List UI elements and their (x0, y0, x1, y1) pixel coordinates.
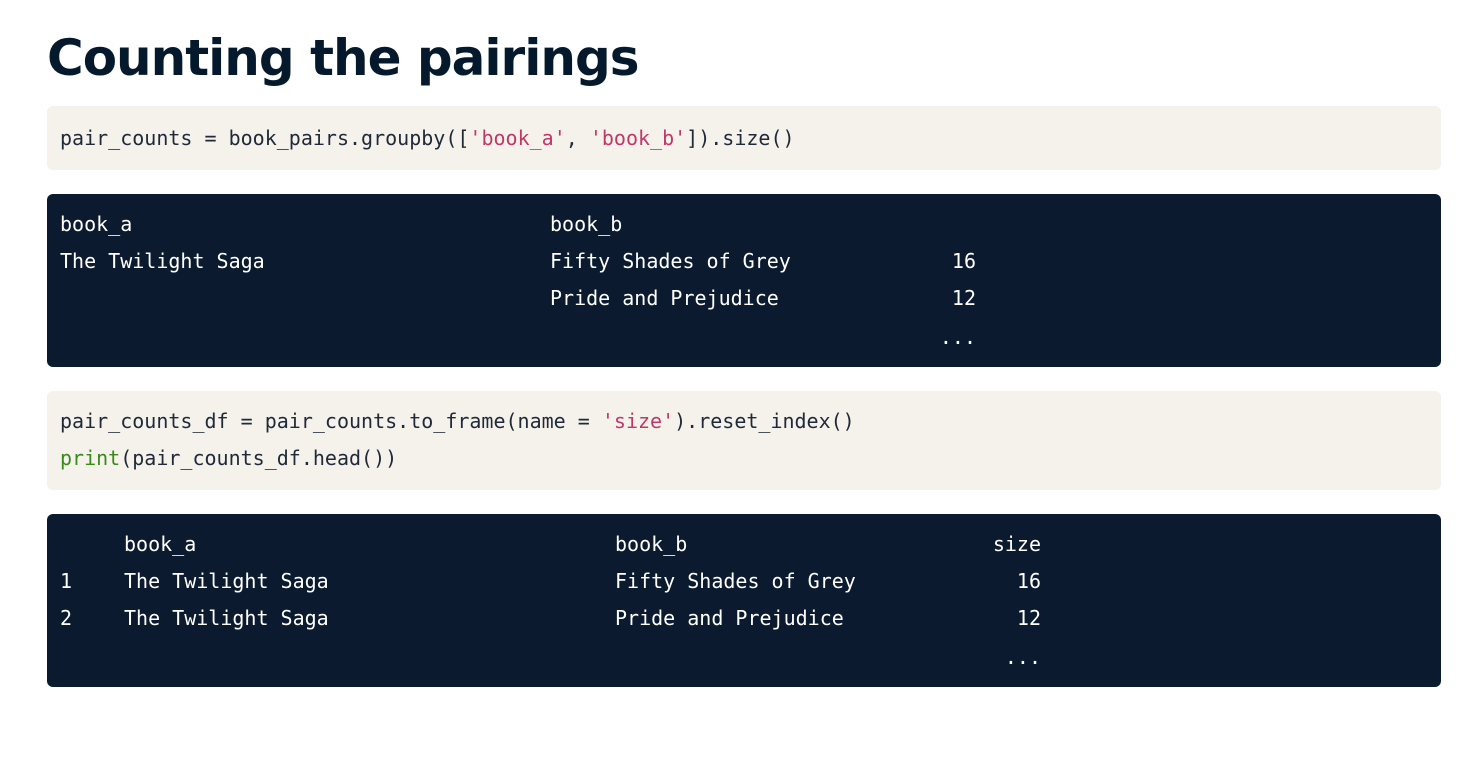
code-text: ).reset_index() (674, 409, 855, 433)
code-string: 'book_a' (469, 126, 566, 150)
code-line: pair_counts = book_pairs.groupby(['book_… (60, 125, 795, 151)
code-text: , (565, 126, 590, 150)
code-keyword: print (60, 446, 121, 470)
header-book-a: book_a (60, 212, 133, 236)
row-size: 16 (1016, 569, 1041, 593)
output-block-pair-counts: book_a book_b The Twilight Saga Fifty Sh… (47, 194, 1441, 367)
code-text: pair_counts_df = pair_counts.to_frame(na… (60, 409, 602, 433)
code-block-to-frame: pair_counts_df = pair_counts.to_frame(na… (47, 391, 1441, 490)
header-book-a: book_a (124, 532, 197, 556)
row-book-a: The Twilight Saga (124, 606, 329, 630)
header-book-b: book_b (550, 212, 623, 236)
row-index: 2 (60, 606, 73, 630)
output-block-dataframe: book_a book_b size 1 The Twilight Saga F… (47, 514, 1441, 687)
header-size: size (992, 532, 1041, 556)
ellipsis: ... (939, 325, 976, 349)
header-book-b: book_b (615, 532, 688, 556)
row-size: 12 (1016, 606, 1041, 630)
row-book-b: Pride and Prejudice (615, 606, 844, 630)
ellipsis: ... (1004, 645, 1041, 669)
code-string: 'size' (601, 409, 675, 433)
code-line: print(pair_counts_df.head()) (60, 445, 397, 471)
code-text: pair_counts = book_pairs.groupby([ (60, 126, 470, 150)
code-string: 'book_b' (589, 126, 687, 150)
code-text: ]).size() (686, 126, 795, 150)
row-count: 16 (951, 249, 976, 273)
row-book-a: The Twilight Saga (60, 249, 265, 273)
row-book-b: Fifty Shades of Grey (550, 249, 791, 273)
row-book-b: Fifty Shades of Grey (615, 569, 856, 593)
row-book-a: The Twilight Saga (124, 569, 329, 593)
slide: Counting the pairings pair_counts = book… (0, 0, 1480, 760)
code-text: (pair_counts_df.head()) (120, 446, 398, 470)
row-count: 12 (951, 286, 976, 310)
code-line: pair_counts_df = pair_counts.to_frame(na… (60, 408, 855, 434)
code-block-groupby: pair_counts = book_pairs.groupby(['book_… (47, 106, 1441, 170)
row-book-b: Pride and Prejudice (550, 286, 779, 310)
row-index: 1 (60, 569, 73, 593)
page-title: Counting the pairings (47, 29, 639, 87)
